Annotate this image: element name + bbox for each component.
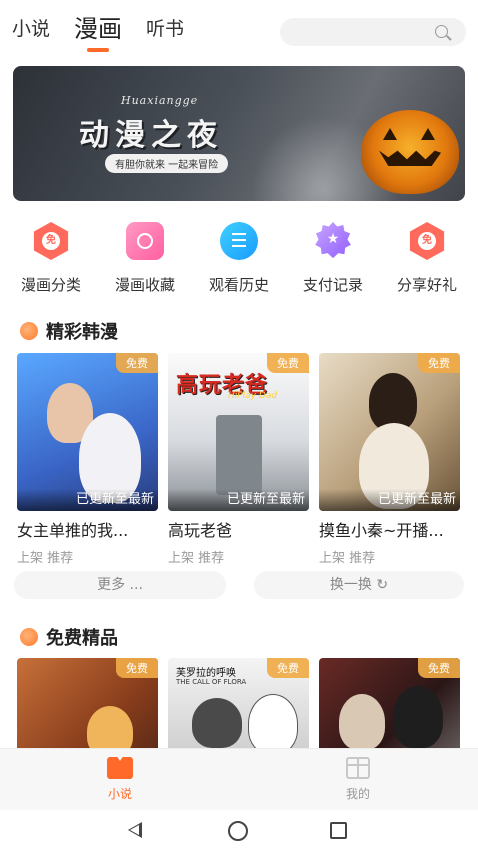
comic-meta: 上架 推荐 [319, 551, 376, 566]
card-row-korean: 免费 已更新至最新 女主单推的我... 上架 推荐 高玩老爸 HiPlay Da… [17, 353, 460, 566]
section-dot-icon [20, 322, 38, 340]
more-button[interactable]: 更多 ... [14, 571, 226, 599]
shortcut-label: 观看历史 [208, 276, 269, 294]
comic-cover[interactable]: 免费 已更新至最新 [319, 353, 460, 511]
cover-art-subtitle: THE CALL OF FLORA [176, 678, 247, 686]
comic-title[interactable]: 摸鱼小秦~开播... [319, 517, 460, 541]
free-badge: 免费 [267, 353, 309, 373]
shortcut-comic-favorites[interactable]: 漫画收藏 [100, 222, 190, 295]
free-badge: 免费 [116, 658, 158, 678]
update-status: 已更新至最新 [17, 489, 158, 511]
section-header-korean: 精彩韩漫 [20, 318, 118, 344]
system-nav-bar [0, 810, 478, 850]
shortcut-watch-history[interactable]: 观看历史 [194, 222, 284, 295]
banner-subtitle: Huaxiangge [121, 94, 199, 107]
shortcut-comic-category[interactable]: 免 漫画分类 [6, 222, 96, 295]
free-badge: 免费 [116, 353, 158, 373]
refresh-button[interactable]: 换一换 ↻ [254, 571, 464, 599]
history-list-icon [220, 222, 258, 260]
banner-tagline: 有胆你就来 一起来冒险 [105, 154, 229, 173]
tab-mine[interactable]: 我的 [328, 757, 388, 802]
promo-banner[interactable]: Huaxiangge 动漫之夜 有胆你就来 一起来冒险 [13, 66, 465, 201]
shortcut-payment-records[interactable]: ★ 支付记录 [288, 222, 378, 295]
coupon-hex-icon: 免 [33, 222, 69, 260]
shortcut-label: 漫画分类 [20, 276, 81, 294]
cover-art-subtitle: HiPlay Dad [228, 391, 278, 401]
update-status: 已更新至最新 [319, 489, 460, 511]
comic-meta: 上架 推荐 [168, 551, 225, 566]
shortcut-row: 免 漫画分类 漫画收藏 观看历史 ★ 支付记录 免 分享好礼 [0, 222, 478, 295]
pumpkin-mouth [379, 150, 441, 166]
share-gift-icon: 免 [409, 222, 445, 260]
comic-cover[interactable]: 免费 已更新至最新 [17, 353, 158, 511]
tab-audiobook[interactable]: 听书 [146, 14, 184, 44]
cover-figure [393, 686, 443, 748]
comic-meta: 上架 推荐 [17, 551, 74, 566]
cover-art-title: 芙罗拉的呼唤 [176, 668, 236, 679]
section-title: 免费精品 [46, 628, 118, 649]
back-icon[interactable] [128, 822, 142, 838]
recent-apps-icon[interactable] [330, 822, 347, 839]
shortcut-label: 分享好礼 [396, 276, 457, 294]
section-title: 精彩韩漫 [46, 322, 118, 343]
search-icon[interactable] [435, 25, 448, 38]
comic-cover[interactable]: 高玩老爸 HiPlay Dad 免费 已更新至最新 [168, 353, 309, 511]
comic-title[interactable]: 女主单推的我... [17, 517, 158, 541]
pumpkin-icon [361, 110, 459, 194]
banner-title: 动漫之夜 [79, 118, 223, 153]
shortcut-label: 支付记录 [302, 276, 363, 294]
cover-figure [339, 694, 385, 750]
pumpkin-eye [421, 128, 435, 140]
top-tab-bar: 小说 漫画 听书 [12, 14, 208, 44]
gift-icon [346, 757, 370, 779]
shortcut-label: 漫画收藏 [114, 276, 175, 294]
home-icon[interactable] [228, 821, 248, 841]
tab-label: 小说 [107, 787, 132, 801]
payment-badge-icon: ★ [315, 222, 351, 259]
tab-comic[interactable]: 漫画 [74, 14, 122, 44]
comic-card[interactable]: 高玩老爸 HiPlay Dad 免费 已更新至最新 高玩老爸 上架 推荐 [168, 353, 309, 566]
section-dot-icon [20, 628, 38, 646]
coupon-hex-icon-text: 免 [42, 232, 60, 250]
comic-title[interactable]: 高玩老爸 [168, 517, 309, 541]
tab-novel-bottom[interactable]: 小说 [90, 757, 150, 802]
cover-figure [192, 698, 242, 748]
comic-card[interactable]: 免费 已更新至最新 女主单推的我... 上架 推荐 [17, 353, 158, 566]
comic-card[interactable]: 免费 已更新至最新 摸鱼小秦~开播... 上架 推荐 [319, 353, 460, 566]
book-icon [107, 757, 133, 779]
bottom-tab-bar: 小说 我的 [0, 748, 478, 810]
free-badge: 免费 [418, 353, 460, 373]
section-header-free: 免费精品 [20, 624, 118, 650]
tab-label: 我的 [345, 787, 370, 801]
free-badge: 免费 [267, 658, 309, 678]
cover-figure [216, 415, 262, 495]
search-input[interactable] [280, 18, 466, 46]
cover-figure [248, 694, 298, 754]
update-status: 已更新至最新 [168, 489, 309, 511]
free-badge: 免费 [418, 658, 460, 678]
favorites-icon [126, 222, 164, 260]
pumpkin-eye [383, 128, 397, 140]
share-gift-icon-text: 免 [418, 232, 436, 250]
shortcut-share-gift[interactable]: 免 分享好礼 [382, 222, 472, 295]
tab-novel[interactable]: 小说 [12, 14, 50, 44]
